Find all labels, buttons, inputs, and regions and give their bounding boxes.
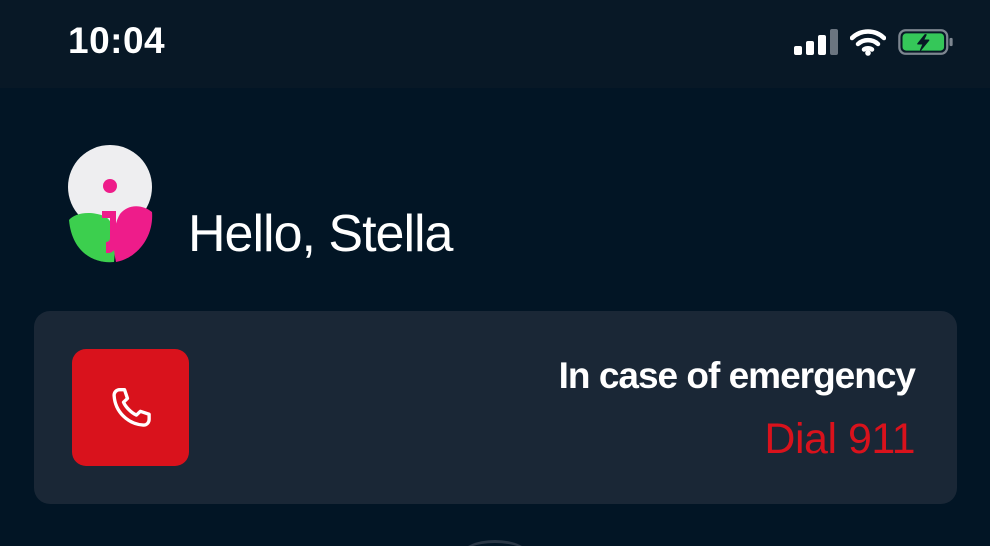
home-screen: 10:04 Hello, Stella In case of emergency… (0, 0, 990, 546)
cellular-signal-icon (794, 29, 838, 55)
emergency-card[interactable]: In case of emergency Dial 911 (34, 311, 957, 504)
status-icons (794, 26, 954, 58)
battery-charging-icon (898, 29, 953, 55)
wifi-icon (850, 29, 886, 56)
next-section-hint (460, 540, 530, 546)
dial-911-link[interactable]: Dial 911 (764, 415, 915, 464)
emergency-title: In case of emergency (558, 355, 916, 396)
greeting-header: Hello, Stella (66, 144, 453, 264)
app-logo-icon (68, 145, 153, 263)
phone-icon (111, 387, 151, 427)
greeting-text: Hello, Stella (188, 205, 453, 263)
status-time: 10:04 (68, 20, 166, 61)
emergency-call-button[interactable] (72, 349, 189, 466)
status-bar: 10:04 (0, 0, 990, 88)
